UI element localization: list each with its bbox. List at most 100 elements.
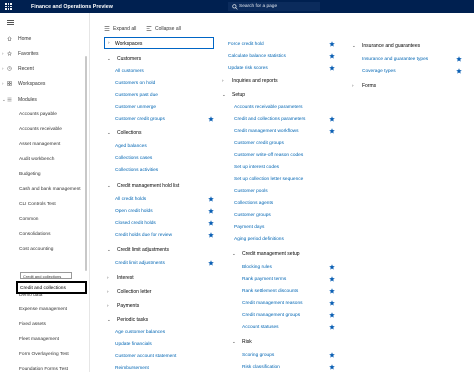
collapse-icon [146,26,152,31]
favorite-star-icon[interactable] [329,312,335,318]
module-accounts-payable[interactable]: Accounts payable [19,109,85,119]
link-label: Credit management workflows [234,128,299,134]
link-label: Open credit holds [115,208,153,214]
link-label: Collections agents [234,200,274,206]
module-cash-and-bank-management[interactable]: Cash and bank management [19,184,85,194]
chevron-down-icon: ⌄ [232,338,236,344]
favorite-star-icon[interactable] [329,128,335,134]
chevron-right-icon: › [352,82,354,88]
module-cli-controls-test[interactable]: CLI Controls Test [19,199,85,209]
favorite-star-icon[interactable] [329,364,335,370]
favorite-star-icon[interactable] [329,288,335,294]
favorite-star-icon[interactable] [329,352,335,358]
link-label: Update risk scores [228,65,268,71]
link-label: Aging period definitions [234,236,284,242]
module-fleet-management[interactable]: Fleet management [19,334,85,344]
link-label: Account statuses [242,324,279,330]
link-label: All credit holds [115,196,147,202]
module-audit-workbench[interactable]: Audit workbench [19,154,85,164]
link-label: Risk classification [242,364,280,370]
chevron-down-icon: ⌄ [107,129,111,135]
module-form-overlayering-test[interactable]: Form Overlayering Test [19,349,85,359]
module-label: Audit workbench [19,156,55,162]
chevron-down-icon: ⌄ [107,182,111,188]
module-label: Consolidations [19,231,51,237]
hamburger-icon[interactable] [7,20,14,25]
module-label: Accounts receivable [19,126,62,132]
search-placeholder: Search for a page [239,4,278,9]
link-label: Collections cases [115,155,153,161]
favorite-star-icon[interactable] [456,68,462,74]
favorite-star-icon[interactable] [329,116,335,122]
module-label: Form Overlayering Test [19,351,69,357]
tooltip: Credit and collections [20,272,72,279]
nav-item-label: Favorites [18,50,39,57]
nav-item-workspaces[interactable]: › Workspaces [0,78,88,88]
module-consolidations[interactable]: Consolidations [19,229,85,239]
favorite-star-icon[interactable] [456,56,462,62]
search-box[interactable]: Search for a page [228,2,320,11]
module-label: Credit and collections [20,285,66,291]
module-label: Asset management [19,141,61,147]
favorite-star-icon[interactable] [329,264,335,270]
nav-item-home[interactable]: Home [0,33,88,43]
chevron-right-icon: › [108,40,110,46]
nav-item-label: Modules [18,96,37,103]
module-budgeting[interactable]: Budgeting [19,169,85,179]
chevron-down-icon: ⌄ [107,55,111,61]
link-label: Customer pools [234,188,268,194]
module-foundation-forms-test[interactable]: Foundation Forms Test [19,364,85,374]
link-label: Scoring groups [242,352,275,358]
module-accounts-receivable[interactable]: Accounts receivable [19,124,85,134]
top-bar: Finance and Operations Preview Search fo… [0,0,474,13]
expand-all-label: Expand all [113,26,137,32]
favorite-star-icon[interactable] [329,65,335,71]
favorite-star-icon[interactable] [208,208,214,214]
section-label: Setup [232,91,246,98]
link-label: Payment days [234,224,265,230]
section-label: Interest [117,274,134,281]
nav-item-recent[interactable]: › Recent [0,63,88,73]
nav-item-modules[interactable]: ⌄ Modules [0,94,88,104]
link-label: Age customer balances [115,329,166,335]
module-label: Fleet management [19,336,59,342]
favorite-star-icon[interactable] [329,324,335,330]
section-label: Payments [117,302,140,309]
link-label: Customers on hold [115,80,156,86]
module-credit-and-collections[interactable]: Credit and collections [16,281,87,294]
chevron-right-icon: › [107,302,109,308]
module-label: Cost accounting [19,246,54,252]
favorite-star-icon[interactable] [208,116,214,122]
module-expense-management[interactable]: Expense management [19,304,85,314]
favorite-star-icon[interactable] [329,276,335,282]
app-launcher-icon[interactable] [5,3,12,10]
section-label: Risk [242,338,252,345]
section-label: Credit management hold list [117,182,180,189]
module-label: Budgeting [19,171,41,177]
search-icon [232,3,238,10]
favorite-star-icon[interactable] [208,196,214,202]
section-label: Credit limit adjustments [117,246,169,253]
link-label: Force credit hold [228,41,264,47]
nav-scrollbar[interactable] [85,56,87,271]
chevron-down-icon: ⌄ [2,96,6,102]
section-label: Periodic tasks [117,316,149,323]
workspaces-section[interactable]: › Workspaces [104,37,214,49]
favorite-star-icon[interactable] [208,260,214,266]
favorite-star-icon[interactable] [329,53,335,59]
link-label: Customer groups [234,212,271,218]
module-cost-accounting[interactable]: Cost accounting [19,244,85,254]
module-asset-management[interactable]: Asset management [19,139,85,149]
nav-item-favorites[interactable]: › Favorites [0,48,88,58]
favorite-star-icon[interactable] [208,232,214,238]
module-common[interactable]: Common [19,214,85,224]
favorite-star-icon[interactable] [208,220,214,226]
favorite-star-icon[interactable] [329,300,335,306]
section-label: Customers [117,55,142,62]
favorite-star-icon[interactable] [329,41,335,47]
section-label: Insurance and guarantees [362,42,421,49]
link-label: Rank settlement discounts [242,288,299,294]
clock-icon [7,65,12,71]
module-fixed-assets[interactable]: Fixed assets [19,319,85,329]
chevron-down-icon: ⌄ [107,316,111,322]
